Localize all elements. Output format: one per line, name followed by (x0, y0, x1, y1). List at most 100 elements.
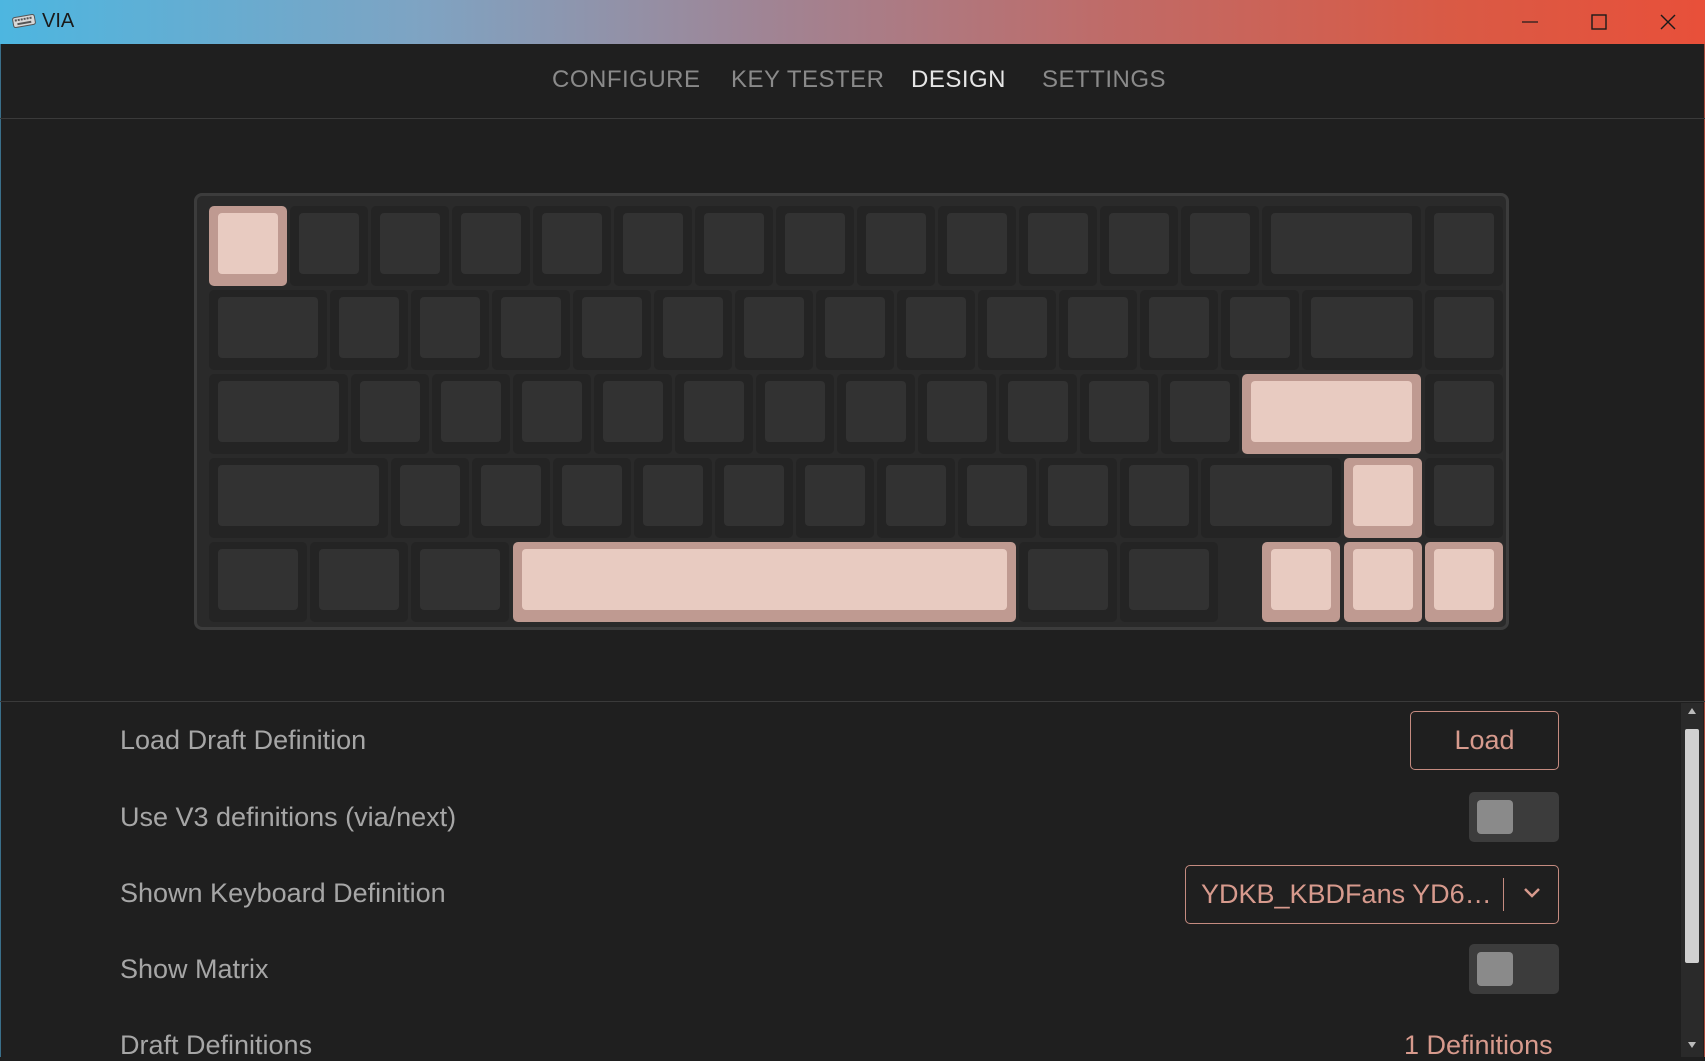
keycap (866, 213, 926, 274)
keycap (1048, 465, 1108, 526)
keyboard-key-highlighted[interactable] (209, 206, 287, 286)
minimize-button[interactable] (1495, 0, 1565, 44)
keyboard-key[interactable] (1019, 542, 1117, 622)
close-icon (1660, 14, 1676, 30)
keyboard-key[interactable] (1120, 542, 1218, 622)
load-draft-label: Load Draft Definition (120, 725, 367, 755)
keyboard-key[interactable] (1262, 206, 1421, 286)
keyboard-key[interactable] (594, 374, 672, 454)
keyboard-key[interactable] (776, 206, 854, 286)
keyboard-key[interactable] (816, 290, 894, 370)
keyboard-key[interactable] (1302, 290, 1422, 370)
maximize-button[interactable] (1564, 0, 1634, 44)
keyboard-key[interactable] (756, 374, 834, 454)
keyboard-key[interactable] (1201, 458, 1341, 538)
keyboard-key[interactable] (999, 374, 1077, 454)
definition-select[interactable]: YDKB_KBDFans YD6… (1185, 865, 1559, 924)
keyboard-key[interactable] (513, 374, 591, 454)
keycap (744, 297, 804, 358)
load-button[interactable]: Load (1410, 711, 1559, 770)
keyboard-key[interactable] (209, 458, 388, 538)
keyboard-key-highlighted[interactable] (1262, 542, 1340, 622)
tab-settings[interactable]: SETTINGS (1042, 66, 1166, 94)
keyboard-key[interactable] (411, 542, 509, 622)
keyboard-key[interactable] (1140, 290, 1218, 370)
keyboard-key[interactable] (1425, 458, 1503, 538)
keyboard-key[interactable] (452, 206, 530, 286)
keyboard-key[interactable] (857, 206, 935, 286)
keyboard-key[interactable] (209, 290, 327, 370)
tab-key-tester[interactable]: KEY TESTER (731, 66, 885, 94)
keycap (1434, 213, 1494, 274)
keyboard-key[interactable] (958, 458, 1036, 538)
keyboard-key[interactable] (533, 206, 611, 286)
keyboard-key[interactable] (411, 290, 489, 370)
keyboard-key[interactable] (796, 458, 874, 538)
keyboard-key[interactable] (1019, 206, 1097, 286)
keyboard-key[interactable] (877, 458, 955, 538)
keyboard-key[interactable] (371, 206, 449, 286)
definition-select-value: YDKB_KBDFans YD6… (1201, 879, 1491, 909)
scroll-up-icon[interactable] (1687, 707, 1697, 715)
keyboard-key[interactable] (1425, 374, 1503, 454)
v3-definitions-toggle[interactable] (1469, 792, 1559, 842)
tab-design[interactable]: DESIGN (911, 66, 1006, 94)
keyboard-key-highlighted[interactable] (1344, 458, 1422, 538)
keyboard-key[interactable] (391, 458, 469, 538)
keyboard-key[interactable] (209, 374, 348, 454)
keyboard-key[interactable] (1161, 374, 1239, 454)
keyboard-key[interactable] (553, 458, 631, 538)
keycap (582, 297, 642, 358)
tab-configure[interactable]: CONFIGURE (552, 66, 701, 94)
keyboard-key[interactable] (1425, 206, 1503, 286)
keyboard-key[interactable] (938, 206, 1016, 286)
close-button[interactable] (1633, 0, 1703, 44)
keyboard-key[interactable] (351, 374, 429, 454)
show-matrix-label: Show Matrix (120, 954, 269, 984)
keyboard-key[interactable] (290, 206, 368, 286)
keyboard-key-highlighted[interactable] (1425, 542, 1503, 622)
keyboard-key[interactable] (1039, 458, 1117, 538)
keyboard-key[interactable] (695, 206, 773, 286)
keyboard-key[interactable] (1100, 206, 1178, 286)
keyboard-key[interactable] (715, 458, 793, 538)
keyboard-key-highlighted[interactable] (1344, 542, 1422, 622)
keyboard-key[interactable] (472, 458, 550, 538)
keyboard-key[interactable] (654, 290, 732, 370)
keycap (1028, 549, 1108, 610)
keyboard-key[interactable] (1080, 374, 1158, 454)
keyboard-key[interactable] (634, 458, 712, 538)
show-matrix-toggle[interactable] (1469, 944, 1559, 994)
keyboard-key[interactable] (918, 374, 996, 454)
scrollbar[interactable] (1681, 703, 1703, 1057)
keyboard-key[interactable] (310, 542, 408, 622)
keyboard-key[interactable] (1181, 206, 1259, 286)
keyboard-key[interactable] (978, 290, 1056, 370)
keyboard-key[interactable] (837, 374, 915, 454)
keyboard-key-highlighted[interactable] (513, 542, 1016, 622)
keycap (420, 297, 480, 358)
keycap (542, 213, 602, 274)
keyboard-key-highlighted[interactable] (1242, 374, 1421, 454)
keyboard-key[interactable] (614, 206, 692, 286)
keyboard-key[interactable] (897, 290, 975, 370)
keyboard-key[interactable] (1120, 458, 1198, 538)
scroll-down-icon[interactable] (1687, 1041, 1697, 1049)
keyboard-key[interactable] (735, 290, 813, 370)
scrollbar-thumb[interactable] (1685, 729, 1699, 963)
keyboard-key[interactable] (1425, 290, 1503, 370)
keyboard-key[interactable] (432, 374, 510, 454)
keyboard-key[interactable] (675, 374, 753, 454)
keyboard-key[interactable] (492, 290, 570, 370)
keycap (218, 381, 339, 442)
keyboard-key[interactable] (1059, 290, 1137, 370)
draft-definitions-count[interactable]: 1 Definitions (1404, 1030, 1553, 1061)
keyboard-key[interactable] (330, 290, 408, 370)
keyboard-key[interactable] (209, 542, 307, 622)
keyboard-key[interactable] (573, 290, 651, 370)
shown-definition-label: Shown Keyboard Definition (120, 878, 446, 908)
keycap (1129, 549, 1209, 610)
keyboard-key[interactable] (1221, 290, 1299, 370)
keycap (785, 213, 845, 274)
keycap (1149, 297, 1209, 358)
